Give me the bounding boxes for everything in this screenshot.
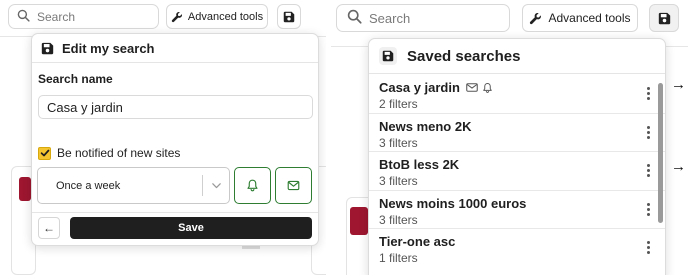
left-pane: Search Advanced tools Edit my search Sea…	[0, 0, 331, 275]
save-search-button[interactable]	[649, 4, 679, 32]
bell-notification-button[interactable]	[234, 167, 271, 204]
notify-checkbox-row[interactable]: Be notified of new sites	[38, 146, 180, 160]
saved-search-item[interactable]: News moins 1000 euros 3 filters	[369, 191, 665, 229]
scrollbar[interactable]	[658, 83, 663, 223]
saved-search-name: Tier-one asc	[379, 234, 456, 249]
notify-label: Be notified of new sites	[57, 146, 181, 160]
search-icon	[347, 9, 362, 27]
advanced-tools-label: Advanced tools	[548, 11, 631, 25]
saved-search-item[interactable]: Casa y jardin 2 filters	[369, 75, 665, 114]
search-placeholder: Search	[369, 10, 411, 26]
wrench-icon	[529, 12, 542, 25]
saved-search-filters: 2 filters	[379, 97, 418, 111]
panel-title: Saved searches	[407, 47, 521, 65]
saved-search-filters: 3 filters	[379, 212, 418, 227]
save-search-button[interactable]	[277, 4, 301, 29]
saved-search-filters: 3 filters	[379, 135, 418, 150]
advanced-tools-button[interactable]: Advanced tools	[166, 4, 268, 29]
right-pane: Search Advanced tools → → Saved searches…	[331, 0, 688, 275]
brand-logo	[350, 207, 368, 235]
floppy-disk-icon	[283, 11, 295, 23]
saved-search-name: News meno 2K	[379, 118, 472, 134]
floppy-disk-icon	[41, 42, 54, 55]
floppy-disk-icon	[379, 47, 397, 65]
save-button[interactable]: Save	[70, 217, 312, 239]
more-options-icon[interactable]	[647, 202, 651, 216]
search-input[interactable]: Search	[8, 4, 159, 29]
bell-icon	[246, 179, 259, 192]
popup-header: Edit my search	[32, 34, 318, 63]
more-options-icon[interactable]	[647, 241, 651, 254]
arrow-right-icon[interactable]: →	[671, 76, 686, 93]
notify-checkbox[interactable]	[38, 146, 51, 160]
more-options-icon[interactable]	[647, 125, 651, 139]
saved-search-filters: 3 filters	[379, 174, 418, 188]
wrench-icon	[171, 11, 183, 23]
search-name-label: Search name	[38, 72, 113, 86]
background-divider	[242, 246, 260, 249]
search-icon	[17, 9, 30, 25]
search-placeholder: Search	[37, 9, 76, 24]
email-notification-button[interactable]	[275, 167, 312, 204]
saved-search-name: BtoB less 2K	[379, 157, 460, 172]
panel-header: Saved searches	[369, 39, 665, 74]
saved-search-item[interactable]: Tier-one asc 1 filters	[369, 229, 665, 268]
back-button[interactable]: ←	[38, 217, 60, 239]
search-name-input[interactable]: Casa y jardin	[38, 95, 313, 119]
more-options-icon[interactable]	[647, 87, 651, 100]
saved-search-filters: 1 filters	[379, 251, 418, 265]
frequency-value: Once a week	[56, 179, 121, 192]
saved-searches-panel: Saved searches Casa y jardin 2 filters N…	[368, 38, 666, 275]
edit-search-popup: Edit my search Search name Casa y jardin…	[31, 33, 319, 246]
mail-icon	[287, 179, 300, 192]
bell-icon	[482, 82, 493, 94]
saved-searches-list: Casa y jardin 2 filters News meno 2K 3 f…	[369, 75, 665, 268]
brand-logo	[19, 177, 31, 201]
saved-search-name: Casa y jardin	[379, 80, 460, 95]
saved-search-name: News moins 1000 euros	[379, 195, 527, 211]
frequency-select[interactable]: Once a week	[37, 167, 230, 204]
search-input[interactable]: Search	[336, 4, 510, 32]
saved-search-item[interactable]: BtoB less 2K 3 filters	[369, 152, 665, 191]
chevron-down-icon	[203, 180, 229, 191]
popup-footer-divider	[32, 212, 318, 213]
popup-title: Edit my search	[62, 40, 155, 56]
arrow-right-icon[interactable]: →	[671, 158, 686, 175]
saved-search-item[interactable]: News meno 2K 3 filters	[369, 114, 665, 152]
floppy-disk-icon	[658, 12, 671, 25]
more-options-icon[interactable]	[647, 164, 651, 177]
mail-icon	[466, 82, 478, 93]
advanced-tools-button[interactable]: Advanced tools	[522, 4, 638, 32]
advanced-tools-label: Advanced tools	[187, 10, 264, 23]
